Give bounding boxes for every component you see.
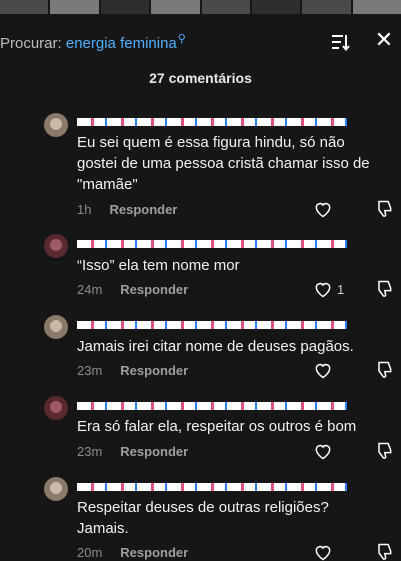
redaction-bar: [77, 320, 347, 329]
comment-text: Era só falar ela, respeitar os outros é …: [77, 418, 357, 435]
comment-text: “Isso” ela tem nome mor: [77, 257, 240, 274]
search-label: Procurar:: [0, 35, 62, 52]
comment-meta: 24m Responder: [77, 282, 189, 297]
dislike-icon[interactable]: [374, 279, 394, 299]
like-button[interactable]: [313, 441, 353, 461]
avatar[interactable]: [44, 234, 68, 258]
redaction-bar: [77, 117, 347, 126]
search-icon[interactable]: ⚲: [178, 33, 186, 45]
dislike-icon[interactable]: [374, 360, 394, 380]
heart-icon: [315, 363, 331, 379]
comment-text: Eu sei quem é essa figura hindu, só não …: [77, 134, 370, 193]
like-count: 1: [337, 281, 345, 297]
comment-text: Jamais irei citar nome de deuses pagãos.: [77, 338, 354, 355]
redaction-bar: [77, 482, 347, 491]
search-query[interactable]: Procurar: energia feminina⚲: [0, 32, 186, 52]
comment-meta: 20m Responder: [77, 545, 189, 560]
comment-username[interactable]: [77, 398, 377, 412]
like-button[interactable]: [313, 360, 353, 380]
comments-count: 27 comentários: [149, 70, 252, 86]
dislike-icon[interactable]: [374, 441, 394, 461]
heart-icon: [315, 202, 331, 218]
avatar[interactable]: [44, 113, 68, 137]
like-button[interactable]: [313, 199, 353, 219]
reply-button[interactable]: Responder: [120, 444, 188, 459]
redaction-bar: [77, 401, 347, 410]
like-button[interactable]: [313, 542, 353, 561]
reply-button[interactable]: Responder: [109, 202, 177, 217]
close-icon[interactable]: ✕: [374, 29, 394, 51]
dislike-icon[interactable]: [374, 542, 394, 561]
comment-username[interactable]: [77, 236, 377, 250]
top-bar: Procurar: energia feminina⚲ ✕: [0, 14, 401, 70]
like-button[interactable]: 1: [313, 279, 353, 299]
heart-icon: [315, 444, 331, 460]
search-term[interactable]: energia feminina: [66, 35, 177, 52]
avatar[interactable]: [44, 396, 68, 420]
redaction-bar: [77, 239, 347, 248]
comment-username[interactable]: [77, 114, 377, 128]
reply-button[interactable]: Responder: [120, 282, 188, 297]
reply-button[interactable]: Responder: [120, 363, 188, 378]
dislike-icon[interactable]: [374, 199, 394, 219]
avatar[interactable]: [44, 477, 68, 501]
comment-meta: 23m Responder: [77, 363, 189, 378]
heart-icon: [315, 282, 331, 298]
heart-icon: [315, 545, 331, 561]
comment-username[interactable]: [77, 317, 377, 331]
video-thumbnail-strip: [0, 0, 401, 14]
comment-username[interactable]: [77, 479, 377, 493]
comment-meta: 23m Responder: [77, 444, 189, 459]
reply-button[interactable]: Responder: [120, 545, 188, 560]
comment-meta: 1h Responder: [77, 202, 178, 217]
sort-icon[interactable]: [330, 32, 350, 52]
avatar[interactable]: [44, 315, 68, 339]
comment-text: Respeitar deuses de outras religiões? Ja…: [77, 499, 329, 537]
